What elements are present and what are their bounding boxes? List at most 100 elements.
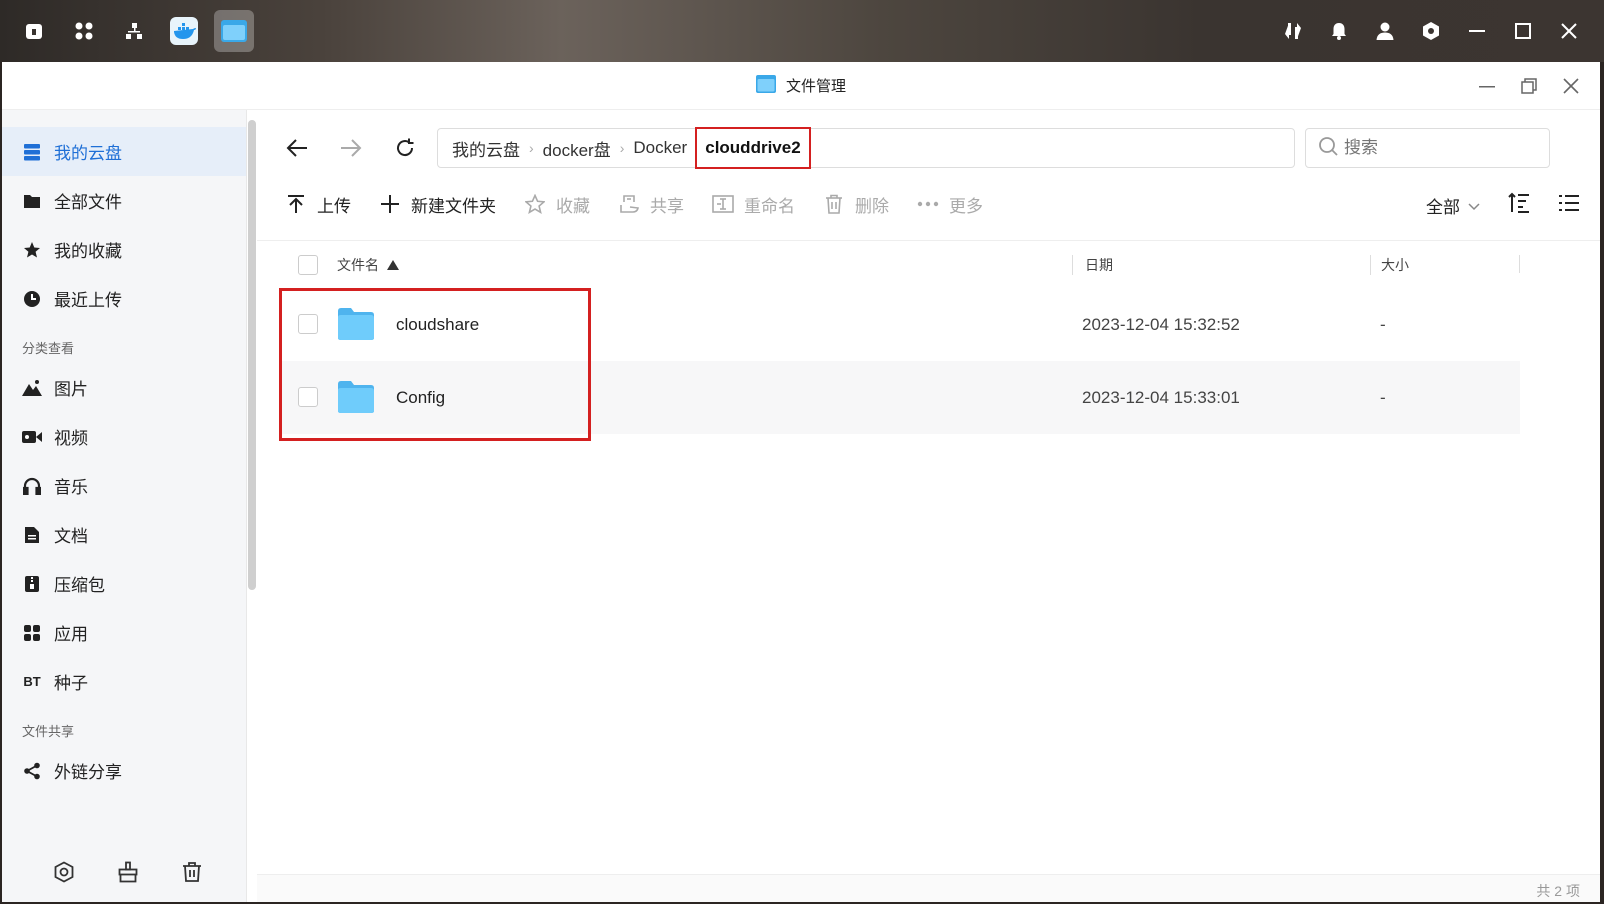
sidebar-scrollbar[interactable] bbox=[248, 120, 256, 590]
apps-icon[interactable] bbox=[64, 10, 104, 52]
favorite-button[interactable]: 收藏 bbox=[524, 192, 590, 217]
close-icon[interactable] bbox=[1548, 10, 1590, 52]
settings-icon[interactable] bbox=[1410, 10, 1452, 52]
file-name[interactable]: cloudshare bbox=[396, 315, 479, 335]
sidebar-item-torrents[interactable]: BT 种子 bbox=[2, 657, 246, 706]
file-list: cloudshare 2023-12-04 15:32:52 - Config … bbox=[279, 288, 1520, 434]
network-icon[interactable] bbox=[114, 10, 154, 52]
upload-button[interactable]: 上传 bbox=[285, 192, 351, 217]
back-button[interactable] bbox=[281, 132, 313, 164]
more-button[interactable]: 更多 bbox=[917, 192, 983, 217]
trash-icon[interactable] bbox=[180, 860, 204, 884]
sidebar-item-documents[interactable]: 文档 bbox=[2, 510, 246, 559]
window-titlebar: 文件管理 bbox=[2, 62, 1600, 110]
more-dots-icon bbox=[917, 193, 939, 215]
window-restore-icon[interactable] bbox=[1510, 68, 1548, 104]
sidebar-item-label: 种子 bbox=[54, 674, 88, 693]
bell-icon[interactable] bbox=[1318, 10, 1360, 52]
upload-icon bbox=[285, 193, 307, 215]
column-size-header[interactable]: 大小 bbox=[1370, 255, 1409, 275]
sidebar-group-category: 分类查看 bbox=[22, 341, 75, 356]
delete-button[interactable]: 删除 bbox=[823, 192, 889, 217]
breadcrumb-item[interactable]: Docker bbox=[633, 138, 687, 158]
breadcrumb-item[interactable]: 我的云盘 bbox=[452, 136, 520, 161]
item-count: 共 2 项 bbox=[1536, 883, 1580, 899]
maximize-icon[interactable] bbox=[1502, 10, 1544, 52]
window-minimize-icon[interactable] bbox=[1468, 68, 1506, 104]
toolbar: 上传 新建文件夹 收藏 共享 重命名 删除 更多 bbox=[285, 186, 983, 222]
settings-icon[interactable] bbox=[52, 860, 76, 884]
sidebar-item-music[interactable]: 音乐 bbox=[2, 461, 246, 510]
sidebar: 我的云盘 全部文件 我的收藏 最近上传 分类查看 图片 视频 音乐 文档 压缩包… bbox=[2, 110, 256, 902]
docker-icon[interactable] bbox=[164, 10, 204, 52]
rename-button[interactable]: 重命名 bbox=[712, 192, 795, 217]
user-icon[interactable] bbox=[1364, 10, 1406, 52]
app-icon bbox=[755, 74, 776, 97]
sidebar-item-videos[interactable]: 视频 bbox=[2, 412, 246, 461]
bt-icon: BT bbox=[23, 674, 41, 689]
apps-icon bbox=[22, 623, 42, 643]
filter-dropdown[interactable]: 全部 bbox=[1426, 193, 1480, 218]
sidebar-item-my-cloud[interactable]: 我的云盘 bbox=[2, 127, 246, 176]
folder-icon bbox=[337, 307, 375, 346]
share-icon bbox=[22, 761, 42, 781]
taskbar bbox=[0, 0, 1604, 62]
file-list-header: 文件名 日期 大小 bbox=[257, 240, 1600, 286]
chevron-right-icon: › bbox=[619, 140, 625, 156]
search-box bbox=[1305, 128, 1550, 168]
upload-label: 上传 bbox=[317, 196, 351, 216]
sidebar-item-label: 压缩包 bbox=[54, 576, 105, 595]
sidebar-item-all-files[interactable]: 全部文件 bbox=[2, 176, 246, 225]
breadcrumb-item[interactable]: docker盘 bbox=[543, 136, 611, 161]
sidebar-item-label: 图片 bbox=[54, 380, 88, 399]
column-name-header[interactable]: 文件名 bbox=[337, 255, 399, 275]
rename-label: 重命名 bbox=[744, 196, 795, 216]
image-icon bbox=[22, 378, 42, 398]
sidebar-item-recent-uploads[interactable]: 最近上传 bbox=[2, 274, 246, 323]
select-all-checkbox[interactable] bbox=[298, 255, 318, 275]
forward-button[interactable] bbox=[335, 132, 367, 164]
sidebar-item-label: 我的云盘 bbox=[54, 144, 122, 163]
home-icon[interactable] bbox=[14, 10, 54, 52]
sidebar-item-label: 音乐 bbox=[54, 478, 88, 497]
sidebar-item-archives[interactable]: 压缩包 bbox=[2, 559, 246, 608]
file-row[interactable]: Config 2023-12-04 15:33:01 - bbox=[279, 361, 1520, 434]
sort-icon[interactable] bbox=[1508, 192, 1530, 219]
file-size: - bbox=[1380, 315, 1386, 334]
new-folder-label: 新建文件夹 bbox=[411, 196, 496, 216]
file-name[interactable]: Config bbox=[396, 388, 445, 408]
breadcrumb: 我的云盘 › docker盘 › Docker › clouddrive2 bbox=[437, 127, 1295, 169]
plus-icon bbox=[379, 193, 401, 215]
transfer-icon[interactable] bbox=[1272, 10, 1314, 52]
search-input[interactable] bbox=[1344, 138, 1534, 158]
refresh-button[interactable] bbox=[389, 132, 421, 164]
sidebar-item-link-share[interactable]: 外链分享 bbox=[2, 746, 246, 795]
row-checkbox[interactable] bbox=[298, 314, 318, 334]
share-label: 共享 bbox=[650, 196, 684, 216]
sidebar-item-label: 外链分享 bbox=[54, 763, 122, 782]
status-bar: 共 2 项 bbox=[257, 874, 1600, 902]
sidebar-item-apps[interactable]: 应用 bbox=[2, 608, 246, 657]
cleanup-icon[interactable] bbox=[116, 860, 140, 884]
sidebar-item-images[interactable]: 图片 bbox=[2, 363, 246, 412]
minimize-icon[interactable] bbox=[1456, 10, 1498, 52]
window-close-icon[interactable] bbox=[1552, 68, 1590, 104]
share-button[interactable]: 共享 bbox=[618, 192, 684, 217]
column-divider bbox=[1519, 255, 1520, 273]
column-date-header[interactable]: 日期 bbox=[1072, 255, 1113, 275]
delete-label: 删除 bbox=[855, 196, 889, 216]
folder-icon bbox=[337, 380, 375, 419]
row-checkbox[interactable] bbox=[298, 387, 318, 407]
file-row[interactable]: cloudshare 2023-12-04 15:32:52 - bbox=[279, 288, 1520, 361]
new-folder-button[interactable]: 新建文件夹 bbox=[379, 192, 496, 217]
list-view-icon[interactable] bbox=[1558, 192, 1580, 219]
sidebar-item-label: 我的收藏 bbox=[54, 242, 122, 261]
file-size: - bbox=[1380, 388, 1386, 407]
sidebar-item-favorites[interactable]: 我的收藏 bbox=[2, 225, 246, 274]
sidebar-item-label: 最近上传 bbox=[54, 291, 122, 310]
more-label: 更多 bbox=[949, 196, 983, 216]
video-icon bbox=[22, 427, 42, 447]
breadcrumb-current[interactable]: clouddrive2 bbox=[695, 127, 811, 169]
filter-label: 全部 bbox=[1426, 198, 1460, 217]
file-manager-icon[interactable] bbox=[214, 10, 254, 52]
